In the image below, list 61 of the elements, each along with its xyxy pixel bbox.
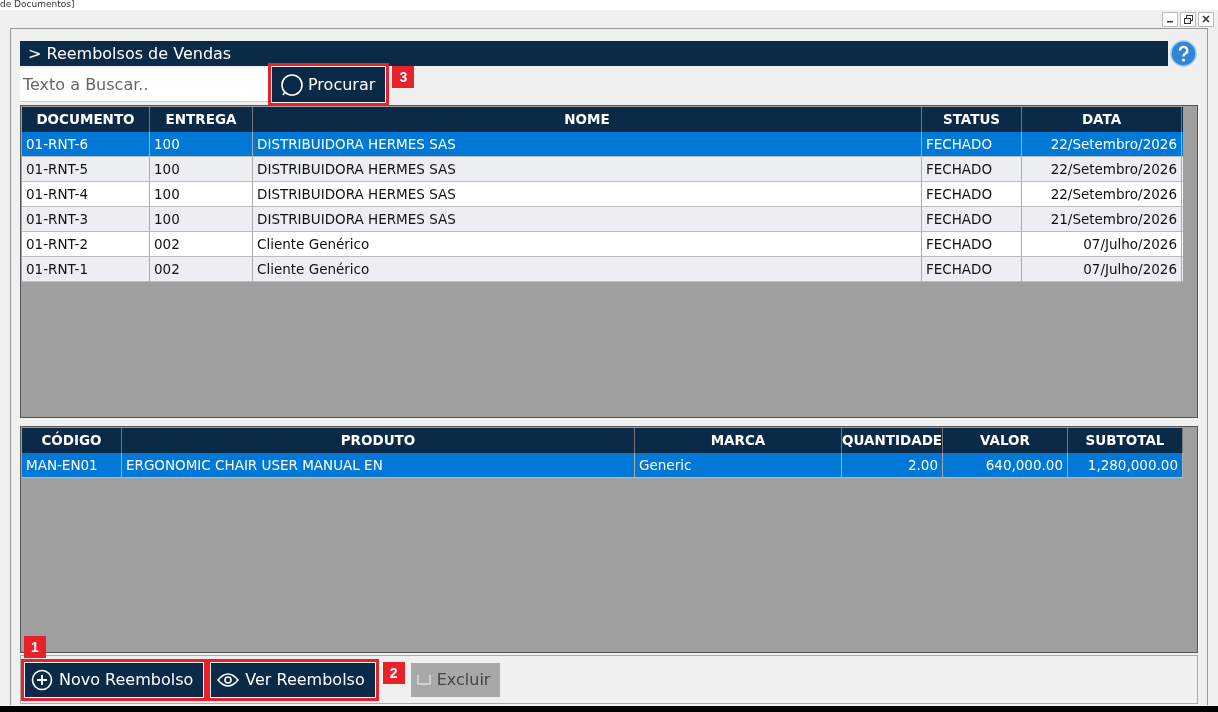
section-title: > Reembolsos de Vendas: [20, 41, 1168, 66]
table-row[interactable]: 01-RNT-4 100 DISTRIBUIDORA HERMES SAS FECHADO 22/Setembro/2026: [22, 182, 1183, 207]
search-field[interactable]: Texto a Buscar..: [20, 67, 268, 102]
table-cell: 640,000.00: [943, 453, 1068, 477]
help-icon[interactable]: [1170, 40, 1197, 67]
table-cell: 01-RNT-6: [22, 132, 150, 156]
table-cell: FECHADO: [922, 232, 1022, 256]
table-cell: Generic: [635, 453, 842, 477]
table-cell: 100: [150, 182, 253, 206]
table-row[interactable]: 01-RNT-5 100 DISTRIBUIDORA HERMES SAS FECHADO 22/Setembro/2026: [22, 157, 1183, 182]
table-cell: 002: [150, 257, 253, 281]
table-cell: FECHADO: [922, 132, 1022, 156]
table-cell: 100: [150, 207, 253, 231]
plus-icon: [31, 668, 53, 691]
table-row[interactable]: MAN-EN01 ERGONOMIC CHAIR USER MANUAL EN Generic 2.00 640,000.00 1,280,000.00: [22, 453, 1183, 478]
callout-number: 3: [392, 66, 415, 88]
table-cell: 002: [150, 232, 253, 256]
table-cell: 01-RNT-3: [22, 207, 150, 231]
callout-number: 2: [382, 661, 405, 684]
table-cell: 100: [150, 157, 253, 181]
eye-icon: [217, 671, 240, 688]
callout-number: 1: [24, 635, 46, 658]
table-cell: 2.00: [842, 453, 943, 477]
view-button[interactable]: Ver Reembolso: [211, 662, 375, 697]
table-cell: ERGONOMIC CHAIR USER MANUAL EN: [122, 453, 635, 477]
table-cell: 22/Setembro/2026: [1022, 182, 1182, 206]
add-button[interactable]: Novo Reembolso: [25, 662, 204, 697]
table-cell: 1,280,000.00: [1068, 453, 1183, 477]
table-cell: DISTRIBUIDORA HERMES SAS: [253, 157, 922, 181]
table-cell: 07/Julho/2026: [1022, 232, 1182, 256]
table-row[interactable]: 01-RNT-6 100 DISTRIBUIDORA HERMES SAS FECHADO 22/Setembro/2026: [22, 132, 1183, 157]
table-cell: DISTRIBUIDORA HERMES SAS: [253, 207, 922, 231]
close-icon: [1202, 15, 1210, 23]
table-row[interactable]: 01-RNT-1 002 Cliente Genérico FECHADO 07/Julho/2026: [22, 257, 1183, 282]
table-cell: DISTRIBUIDORA HERMES SAS: [253, 132, 922, 156]
restore-icon: [1183, 14, 1193, 24]
table-cell: FECHADO: [922, 182, 1022, 206]
table-cell: 01-RNT-2: [22, 232, 150, 256]
table-cell: DISTRIBUIDORA HERMES SAS: [253, 182, 922, 206]
table-cell: 01-RNT-4: [22, 182, 150, 206]
table-cell: MAN-EN01: [22, 453, 122, 477]
table-cell: 01-RNT-5: [22, 157, 150, 181]
close-button[interactable]: [1198, 11, 1214, 27]
table-cell: FECHADO: [922, 257, 1022, 281]
table-cell: FECHADO: [922, 207, 1022, 231]
search-button[interactable]: Procurar: [272, 67, 386, 102]
table-cell: 22/Setembro/2026: [1022, 132, 1182, 156]
table-cell: 100: [150, 132, 253, 156]
table-row[interactable]: 01-RNT-2 002 Cliente Genérico FECHADO 07/Julho/2026: [22, 232, 1183, 257]
table-cell: Cliente Genérico: [253, 257, 922, 281]
table-row[interactable]: 01-RNT-3 100 DISTRIBUIDORA HERMES SAS FECHADO 21/Setembro/2026: [22, 207, 1183, 232]
table-cell: 22/Setembro/2026: [1022, 157, 1182, 181]
table-cell: Cliente Genérico: [253, 232, 922, 256]
minimize-button[interactable]: [1162, 11, 1178, 27]
restore-button[interactable]: [1180, 11, 1196, 27]
table-cell: FECHADO: [922, 157, 1022, 181]
table-cell: 01-RNT-1: [22, 257, 150, 281]
table-cell: 07/Julho/2026: [1022, 257, 1182, 281]
window-title: de Documentos]: [0, 0, 75, 9]
search-icon: [280, 72, 304, 97]
table-cell: 21/Setembro/2026: [1022, 207, 1182, 231]
